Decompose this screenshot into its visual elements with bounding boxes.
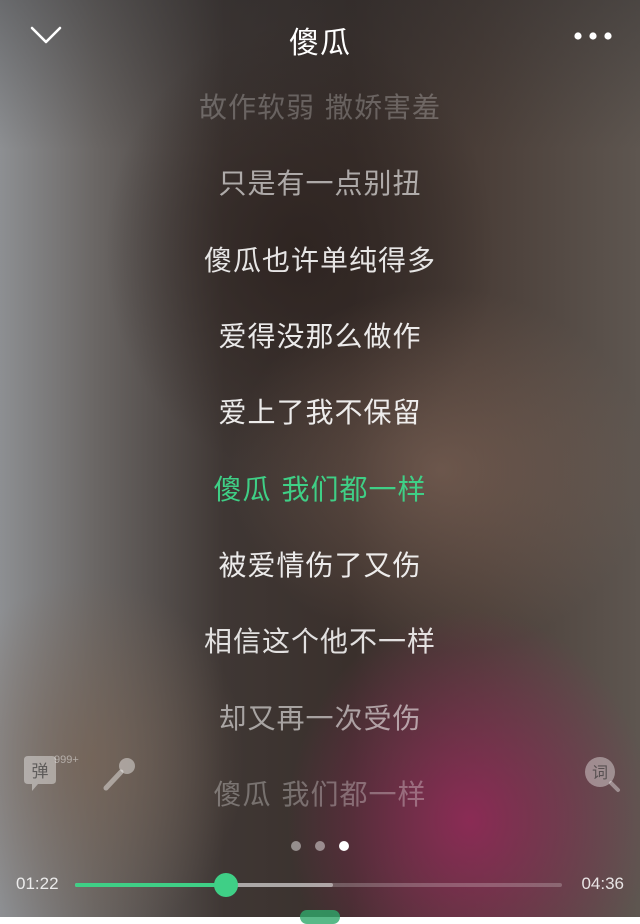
total-time: 04:36 — [581, 874, 624, 893]
play-button-edge[interactable] — [300, 910, 340, 924]
barrage-count: 999+ — [54, 754, 79, 766]
lyric-line: 傻瓜 我们都一样 — [213, 778, 427, 811]
barrage-bubble-icon: 弹 999+ — [24, 754, 79, 791]
page-dot[interactable] — [315, 841, 325, 851]
more-horizontal-icon — [574, 32, 612, 40]
lyric-line: 只是有一点别扭 — [218, 167, 422, 200]
lyric-line: 爱得没那么做作 — [218, 320, 422, 353]
player-header: 傻瓜 — [0, 0, 640, 72]
lyric-line: 相信这个他不一样 — [203, 625, 436, 658]
lyric-line: 傻瓜也许单纯得多 — [203, 244, 436, 277]
progress-slider[interactable] — [75, 873, 562, 897]
progress-fill — [75, 883, 226, 887]
lyric-line: 爱上了我不保留 — [218, 396, 422, 429]
lyric-line: 却又再一次受伤 — [218, 702, 422, 735]
lyric-search-icon: 词 — [585, 757, 620, 792]
more-options-button[interactable] — [570, 22, 616, 50]
song-title: 傻瓜 — [289, 26, 351, 61]
sing-along-button[interactable] — [100, 754, 140, 794]
lyric-line-current: 傻瓜 我们都一样 — [213, 473, 427, 506]
page-dot-active[interactable] — [339, 841, 349, 851]
lyric-mode-button[interactable]: 词 — [582, 754, 622, 794]
lyric-mode-label: 词 — [592, 763, 608, 782]
barrage-button[interactable]: 弹 999+ — [20, 752, 90, 794]
barrage-label: 弹 — [32, 762, 49, 782]
page-indicator — [0, 836, 640, 851]
progress-thumb[interactable] — [213, 873, 238, 897]
page-dot[interactable] — [291, 841, 301, 851]
lyric-line: 故作软弱 撒娇害羞 — [199, 91, 441, 124]
microphone-icon — [103, 758, 135, 791]
lyric-line: 被爱情伤了又伤 — [218, 549, 422, 582]
current-time: 01:22 — [16, 874, 59, 893]
